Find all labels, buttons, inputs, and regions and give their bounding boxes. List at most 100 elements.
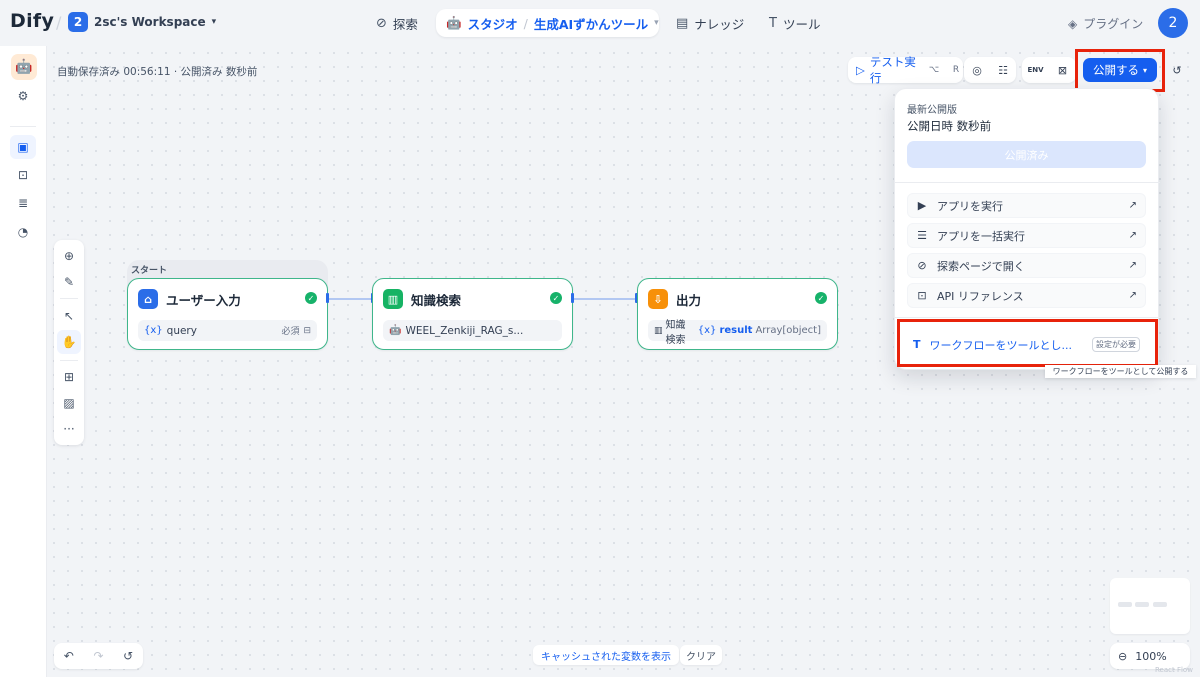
react-flow-attribution[interactable]: React Flow	[1155, 666, 1193, 674]
published-time: 公開日時 数秒前	[907, 119, 992, 133]
dataset-name: WEEL_Zenkiji_RAG_s...	[405, 324, 524, 337]
nav-tools[interactable]: T ツール	[769, 10, 820, 37]
api-reference-item[interactable]: ⊡ API リファレンス ↗	[907, 283, 1146, 308]
feature-list-icon[interactable]: ☷	[991, 58, 1015, 82]
required-label: 必須	[281, 327, 300, 337]
menu-item-label: 探索ページで開く	[937, 259, 1025, 273]
compass-icon: ⊘	[376, 16, 387, 31]
orchestrate-icon[interactable]: ▣	[10, 135, 36, 159]
pointer-icon[interactable]: ↖	[57, 304, 81, 328]
source-handle[interactable]	[326, 293, 329, 303]
nav-studio[interactable]: 🤖 スタジオ / 生成AIずかんツール ▾	[436, 9, 659, 37]
add-note-icon[interactable]: ✎	[57, 270, 81, 294]
current-app-name[interactable]: 生成AIずかんツール	[534, 14, 648, 33]
start-group-label: スタート	[131, 266, 168, 276]
minimap[interactable]	[1110, 578, 1190, 634]
knowledge-retrieval-node[interactable]: ▥ 知識検索 ✓ 🤖 WEEL_Zenkiji_RAG_s...	[372, 278, 573, 350]
external-link-icon: ↗	[1128, 290, 1137, 301]
test-run-button[interactable]: ▷ テスト実行 ⌥ R	[848, 55, 963, 85]
api-access-icon[interactable]: ⊡	[10, 163, 36, 187]
divider	[895, 182, 1160, 183]
latest-version-label: 最新公開版	[907, 105, 957, 116]
left-rail: 🤖 ⚙ ▣ ⊡ ≣ ◔	[0, 46, 47, 677]
organize-blocks-icon[interactable]: ⊞	[57, 365, 81, 389]
external-link-icon: ↗	[1128, 260, 1137, 271]
cube-icon: ◈	[1068, 16, 1078, 31]
check-icon: ✓	[815, 292, 827, 304]
version-history-button[interactable]: ↺	[1165, 57, 1189, 83]
app-icon[interactable]: 🤖	[11, 54, 37, 80]
node-title: ユーザー入力	[166, 292, 241, 308]
zoom-out-icon[interactable]: ⊖	[1118, 650, 1127, 663]
knowledge-icon: ▥	[383, 289, 403, 309]
play-icon: ▷	[856, 63, 865, 77]
output-node[interactable]: ⇩ 出力 ✓ ▥ 知識検索 {x} result Array[object]	[637, 278, 838, 350]
redo-icon[interactable]: ↷	[93, 649, 103, 663]
highlight-frame	[1075, 49, 1165, 92]
menu-item-label: アプリを実行	[937, 199, 1003, 213]
variable-box-icon[interactable]: ⊠	[1051, 58, 1075, 82]
highlight-frame	[897, 319, 1158, 367]
batch-icon: ☰	[917, 229, 927, 242]
edge	[573, 298, 637, 300]
external-link-icon: ↗	[1128, 200, 1137, 211]
nav-explore[interactable]: ⊘ 探索	[376, 10, 418, 37]
external-link-icon: ↗	[1128, 230, 1137, 241]
hand-icon[interactable]: ✋	[57, 330, 81, 354]
env-group: ENV ⊠	[1022, 57, 1076, 83]
nav-plugins-label: プラグイン	[1083, 17, 1144, 31]
workspace-badge: 2	[68, 12, 88, 32]
chevron-down-icon[interactable]: ▾	[654, 18, 659, 28]
variable-name: query	[166, 324, 197, 337]
workspace-switcher[interactable]: 2 2sc's Workspace ▾	[68, 12, 216, 32]
canvas-toolbar: ⊕ ✎ ↖ ✋ ⊞ ▨ ···	[54, 240, 84, 445]
env-icon[interactable]: ENV	[1024, 58, 1048, 82]
add-node-icon[interactable]: ⊕	[57, 244, 81, 268]
nav-studio-label: スタジオ	[467, 16, 518, 32]
published-button[interactable]: 公開済み	[907, 141, 1146, 168]
history-icon[interactable]: ↺	[123, 649, 133, 663]
open-in-explore-item[interactable]: ⊘ 探索ページで開く ↗	[907, 253, 1146, 278]
menu-item-label: アプリを一括実行	[937, 229, 1025, 243]
autosave-status: 自動保存済み 00:56:11 · 公開済み 数秒前	[57, 66, 258, 78]
nav-knowledge[interactable]: ▤ ナレッジ	[676, 10, 744, 37]
robot-icon: 🤖	[446, 15, 462, 30]
dataset-row: 🤖 WEEL_Zenkiji_RAG_s...	[383, 320, 562, 341]
undo-icon[interactable]: ↶	[64, 649, 74, 663]
shortcut-key: ⌥	[928, 65, 940, 75]
dify-logo[interactable]: Dify	[10, 10, 54, 32]
variable-name: result	[719, 325, 753, 336]
text-field-icon: ⊟	[303, 325, 311, 336]
tooltip: ワークフローをツールとして公開する	[1045, 365, 1196, 378]
source-handle[interactable]	[571, 293, 574, 303]
variable-icon: {x}	[697, 325, 717, 336]
avatar[interactable]: 2	[1158, 8, 1188, 38]
dataset-icon: 🤖	[389, 325, 402, 336]
divider	[10, 126, 36, 127]
chevron-down-icon: ▾	[211, 17, 217, 27]
export-image-icon[interactable]: ▨	[57, 391, 81, 415]
minimap-node	[1135, 602, 1149, 607]
more-icon[interactable]: ···	[57, 417, 81, 441]
nav-explore-label: 探索	[392, 17, 418, 32]
logs-icon[interactable]: ≣	[10, 191, 36, 215]
book-icon: ▥	[654, 325, 663, 336]
run-app-item[interactable]: ▶ アプリを実行 ↗	[907, 193, 1146, 218]
node-title: 出力	[676, 292, 702, 308]
user-input-node[interactable]: ⌂ ユーザー入力 ✓ {x} query 必須 ⊟	[127, 278, 328, 350]
variable-type: Array[object]	[755, 325, 821, 336]
history-icon: ↺	[1172, 63, 1182, 77]
settings-sliders-icon[interactable]: ⚙	[10, 84, 36, 108]
top-bar: Dify / 2 2sc's Workspace ▾ ⊘ 探索 🤖 スタジオ /…	[0, 0, 1200, 46]
clear-button[interactable]: クリア	[680, 645, 722, 665]
show-cached-vars-button[interactable]: キャッシュされた変数を表示	[533, 645, 679, 665]
monitoring-icon[interactable]: ◔	[10, 220, 36, 244]
checklist-icon[interactable]: ◎	[965, 58, 989, 82]
nav-plugins[interactable]: ◈ プラグイン	[1068, 15, 1143, 32]
book-icon: ▤	[676, 16, 689, 31]
node-title: 知識検索	[411, 292, 462, 308]
nav-tools-label: ツール	[782, 17, 821, 32]
batch-run-item[interactable]: ☰ アプリを一括実行 ↗	[907, 223, 1146, 248]
divider	[895, 317, 1160, 318]
zoom-level: 100%	[1135, 649, 1167, 663]
